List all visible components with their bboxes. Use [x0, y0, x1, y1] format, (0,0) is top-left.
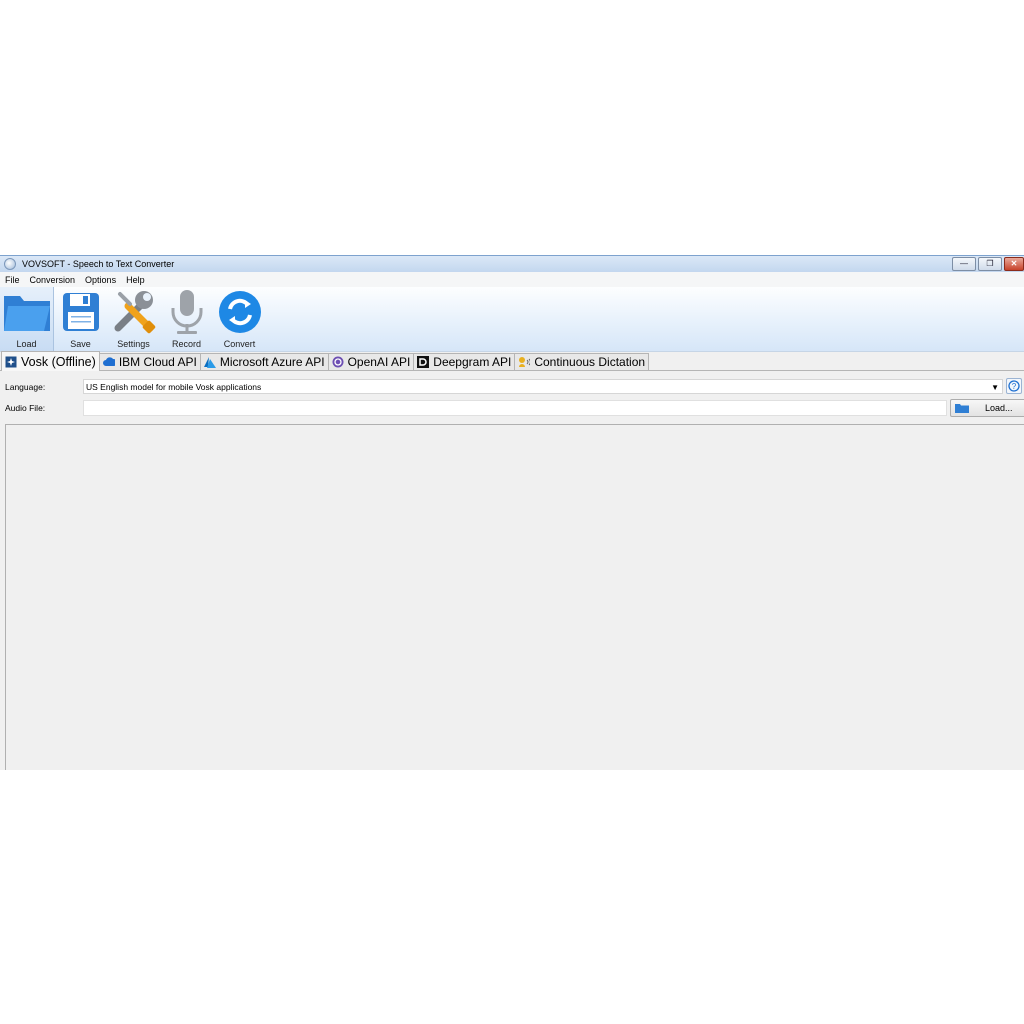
help-icon: ? — [1008, 380, 1020, 392]
save-label: Save — [70, 339, 91, 349]
settings-toolbar-button[interactable]: Settings — [107, 287, 160, 351]
deepgram-icon — [417, 356, 430, 368]
menu-options[interactable]: Options — [80, 275, 121, 285]
azure-icon — [203, 356, 216, 368]
audio-file-row: Audio File: Load... — [0, 399, 1024, 418]
tab-continuous-dictation[interactable]: Continuous Dictation — [514, 353, 650, 370]
minimize-button[interactable]: — — [952, 257, 976, 271]
folder-open-icon — [1, 287, 53, 337]
tab-ibm-cloud-api[interactable]: IBM Cloud API — [98, 353, 201, 370]
tab-label: Microsoft Azure API — [219, 355, 325, 369]
convert-label: Convert — [223, 339, 256, 349]
transcription-output[interactable] — [5, 424, 1024, 770]
microphone-icon — [161, 287, 213, 337]
language-select[interactable]: US English model for mobile Vosk applica… — [83, 379, 1003, 394]
settings-label: Settings — [117, 339, 150, 349]
audio-file-label: Audio File: — [5, 403, 46, 413]
tab-microsoft-azure-api[interactable]: Microsoft Azure API — [199, 353, 329, 370]
tab-label: Continuous Dictation — [534, 355, 646, 369]
restore-button[interactable]: ❐ — [978, 257, 1002, 271]
record-toolbar-button[interactable]: Record — [160, 287, 213, 351]
cloud-icon — [102, 356, 115, 368]
audio-file-input[interactable] — [83, 400, 947, 416]
tab-deepgram-api[interactable]: Deepgram API — [413, 353, 516, 370]
window-controls: — ❐ ✕ — [952, 257, 1024, 271]
svg-text:?: ? — [1012, 382, 1017, 391]
engine-tabs: Vosk (Offline) IBM Cloud API Microsoft A… — [0, 351, 1024, 371]
toolbar: Load Save Settings Record Convert — [0, 287, 1024, 352]
tab-label: OpenAI API — [347, 355, 411, 369]
language-value: US English model for mobile Vosk applica… — [86, 382, 262, 392]
tab-vosk-offline[interactable]: Vosk (Offline) — [1, 351, 100, 371]
language-row: Language: US English model for mobile Vo… — [0, 378, 1024, 395]
menu-conversion[interactable]: Conversion — [25, 275, 81, 285]
tab-openai-api[interactable]: OpenAI API — [327, 353, 415, 370]
load-file-label: Load... — [985, 403, 1013, 413]
app-window: VOVSOFT - Speech to Text Converter — ❐ ✕… — [0, 255, 1024, 770]
menu-bar: File Conversion Options Help — [0, 272, 1024, 287]
menu-file[interactable]: File — [0, 275, 25, 285]
app-icon — [4, 258, 16, 270]
folder-icon — [955, 403, 969, 413]
openai-icon — [332, 356, 344, 368]
tools-icon — [108, 287, 160, 337]
title-bar: VOVSOFT - Speech to Text Converter — ❐ ✕ — [0, 256, 1024, 272]
load-label: Load — [16, 339, 37, 349]
window-title: VOVSOFT - Speech to Text Converter — [22, 259, 175, 269]
tab-label: Deepgram API — [433, 355, 512, 369]
floppy-disk-icon — [55, 287, 107, 337]
close-button[interactable]: ✕ — [1004, 257, 1024, 271]
load-toolbar-button[interactable]: Load — [0, 287, 54, 351]
chevron-down-icon: ▼ — [991, 383, 999, 392]
load-file-button[interactable]: Load... — [950, 399, 1024, 417]
language-label: Language: — [5, 382, 46, 392]
tab-label: Vosk (Offline) — [21, 354, 96, 369]
save-toolbar-button[interactable]: Save — [54, 287, 107, 351]
tab-label: IBM Cloud API — [118, 355, 197, 369]
refresh-icon — [214, 287, 266, 337]
dictation-icon — [518, 356, 531, 368]
convert-toolbar-button[interactable]: Convert — [213, 287, 266, 351]
help-button[interactable]: ? — [1006, 378, 1022, 394]
menu-help[interactable]: Help — [121, 275, 150, 285]
record-label: Record — [171, 339, 201, 349]
vosk-icon — [5, 356, 17, 368]
